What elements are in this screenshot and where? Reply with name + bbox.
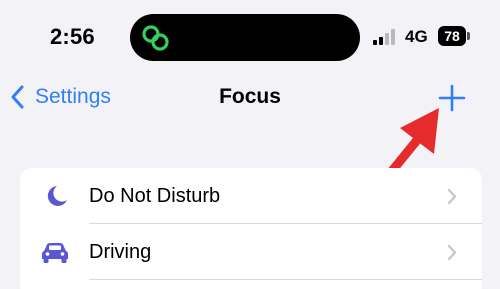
list-item-driving[interactable]: Driving <box>20 224 482 280</box>
status-bar: 2:56 4G 78 <box>0 0 500 76</box>
list-item-label: Do Not Disturb <box>89 185 221 207</box>
chevron-right-icon <box>447 244 457 261</box>
battery-cap <box>467 32 470 40</box>
list-item-label: Driving <box>89 241 152 263</box>
cellular-signal-icon <box>373 29 395 45</box>
focus-list: Do Not Disturb Driving <box>20 168 482 289</box>
moon-icon <box>47 186 67 206</box>
network-type: 4G <box>405 27 428 46</box>
link-icon <box>142 25 169 51</box>
status-time: 2:56 <box>50 24 95 49</box>
battery-icon: 78 <box>438 26 466 46</box>
chevron-right-icon <box>447 188 457 205</box>
row-divider <box>89 279 482 280</box>
dynamic-island <box>130 14 360 61</box>
car-icon <box>42 243 68 263</box>
list-item-do-not-disturb[interactable]: Do Not Disturb <box>20 168 482 224</box>
